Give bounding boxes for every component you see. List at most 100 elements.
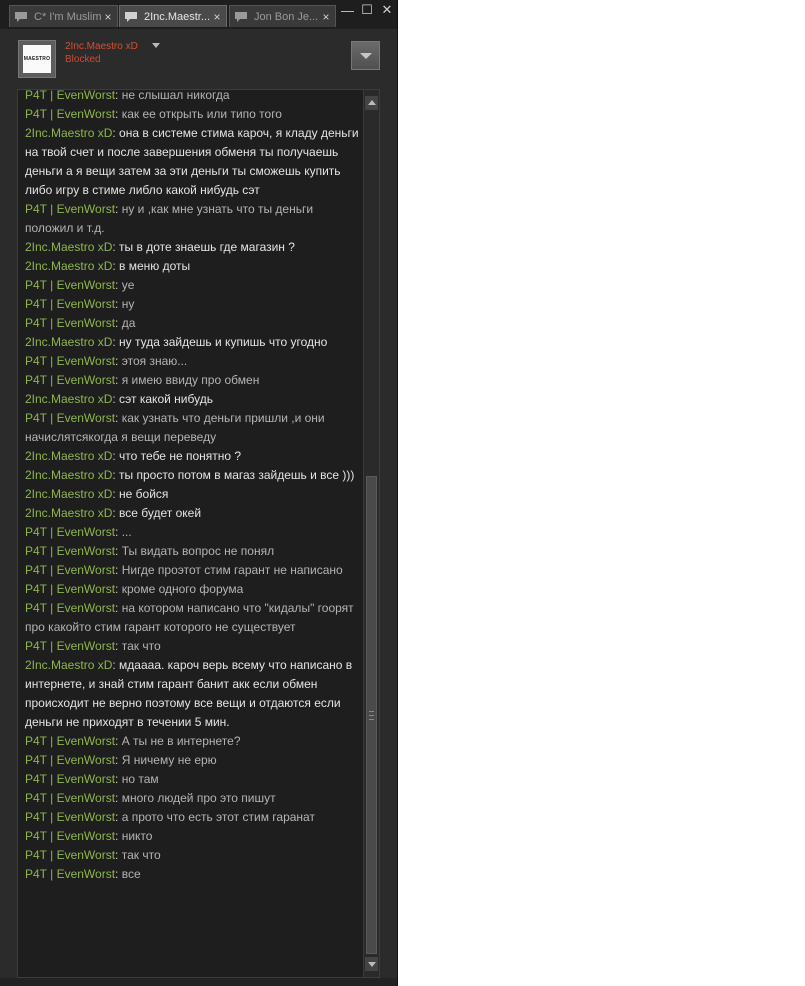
message-separator: : (115, 202, 122, 216)
message-sender[interactable]: 2Inc.Maestro xD (25, 449, 112, 463)
message-separator: : (115, 772, 122, 786)
message-text: кроме одного форума (121, 582, 244, 596)
message-sender[interactable]: 2Inc.Maestro xD (25, 468, 112, 482)
message-text: так что (121, 639, 161, 653)
tab-close-icon[interactable]: × (212, 10, 222, 24)
scroll-thumb[interactable] (366, 476, 377, 954)
message-sender[interactable]: P4T | EvenWorst (25, 354, 115, 368)
chat-message: 2Inc.Maestro xD: не бойся (25, 485, 363, 504)
message-separator: : (115, 525, 122, 539)
message-separator: : (115, 563, 122, 577)
message-sender[interactable]: 2Inc.Maestro xD (25, 259, 112, 273)
message-sender[interactable]: 2Inc.Maestro xD (25, 240, 112, 254)
message-sender[interactable]: P4T | EvenWorst (25, 848, 115, 862)
message-text: да (121, 316, 136, 330)
chat-message: 2Inc.Maestro xD: ну туда зайдешь и купиш… (25, 333, 363, 352)
message-sender[interactable]: P4T | EvenWorst (25, 316, 115, 330)
avatar-frame[interactable]: MAESTRO (18, 40, 56, 78)
message-sender[interactable]: P4T | EvenWorst (25, 639, 115, 653)
message-sender[interactable]: P4T | EvenWorst (25, 753, 115, 767)
message-text: ну туда зайдешь и купишь что угодно (119, 335, 328, 349)
message-sender[interactable]: P4T | EvenWorst (25, 772, 115, 786)
chat-menu-button[interactable] (351, 41, 380, 70)
message-separator: : (115, 297, 122, 311)
scroll-up-icon[interactable] (365, 96, 378, 110)
chat-log-frame: P4T | EvenWorst: не слышал никогда P4T | … (17, 89, 380, 978)
message-text: что тебе не понятно ? (119, 449, 242, 463)
message-sender[interactable]: P4T | EvenWorst (25, 411, 115, 425)
message-sender[interactable]: P4T | EvenWorst (25, 202, 115, 216)
chat-message: P4T | EvenWorst: Ты видать вопрос не пон… (25, 542, 363, 561)
message-sender[interactable]: P4T | EvenWorst (25, 601, 115, 615)
message-sender[interactable]: 2Inc.Maestro xD (25, 506, 112, 520)
chat-message: P4T | EvenWorst: ... (25, 523, 363, 542)
tab-close-icon[interactable]: × (103, 10, 113, 24)
message-text: а прото что есть этот стим гаранат (121, 810, 315, 824)
window-controls: — ☐ ✕ (341, 0, 393, 20)
message-text: ye (121, 278, 135, 292)
message-text: Ты видать вопрос не понял (121, 544, 275, 558)
message-text: но там (121, 772, 159, 786)
chat-log: P4T | EvenWorst: не слышал никогда P4T | … (18, 90, 363, 977)
message-separator: : (115, 582, 122, 596)
tab-bar: C* I'm Muslim × 2Inc.Maestr... × Jon Bon… (0, 0, 397, 29)
message-sender[interactable]: 2Inc.Maestro xD (25, 335, 112, 349)
message-sender[interactable]: 2Inc.Maestro xD (25, 392, 112, 406)
message-sender[interactable]: P4T | EvenWorst (25, 90, 115, 102)
chat-message: 2Inc.Maestro xD: что тебе не понятно ? (25, 447, 363, 466)
chat-message: P4T | EvenWorst: кроме одного форума (25, 580, 363, 599)
message-separator: : (115, 734, 122, 748)
grip-icon (369, 711, 374, 720)
chat-message: 2Inc.Maestro xD: сэт какой нибудь (25, 390, 363, 409)
message-sender[interactable]: 2Inc.Maestro xD (25, 658, 112, 672)
message-separator: : (115, 601, 122, 615)
tab-close-icon[interactable]: × (321, 10, 331, 24)
message-sender[interactable]: P4T | EvenWorst (25, 107, 115, 121)
message-text: ты просто потом в магаз зайдешь и все ))… (119, 468, 355, 482)
chat-message: P4T | EvenWorst: Нигде проэтот стим гара… (25, 561, 363, 580)
chat-message: P4T | EvenWorst: как узнать что деньги п… (25, 409, 363, 447)
chat-bubble-icon (125, 11, 137, 22)
message-sender[interactable]: 2Inc.Maestro xD (25, 487, 112, 501)
chevron-down-icon[interactable] (152, 43, 160, 48)
message-sender[interactable]: P4T | EvenWorst (25, 297, 115, 311)
message-text: так что (121, 848, 161, 862)
chat-scrollbar[interactable] (363, 90, 379, 977)
message-text: все (121, 867, 141, 881)
message-sender[interactable]: P4T | EvenWorst (25, 734, 115, 748)
tab-chat-2[interactable]: Jon Bon Je... × (229, 5, 336, 27)
message-sender[interactable]: P4T | EvenWorst (25, 278, 115, 292)
chat-message: P4T | EvenWorst: все (25, 865, 363, 884)
friend-status: Blocked (65, 54, 101, 65)
message-separator: : (115, 544, 122, 558)
friend-name[interactable]: 2Inc.Maestro xD (65, 41, 138, 52)
message-separator: : (115, 848, 122, 862)
chat-message: 2Inc.Maestro xD: ты просто потом в магаз… (25, 466, 363, 485)
scroll-down-icon[interactable] (365, 957, 378, 971)
chat-message: 2Inc.Maestro xD: она в системе стима кар… (25, 124, 363, 200)
message-separator: : (115, 867, 122, 881)
message-sender[interactable]: 2Inc.Maestro xD (25, 126, 112, 140)
chat-message: P4T | EvenWorst: а прото что есть этот с… (25, 808, 363, 827)
message-sender[interactable]: P4T | EvenWorst (25, 525, 115, 539)
message-sender[interactable]: P4T | EvenWorst (25, 373, 115, 387)
message-sender[interactable]: P4T | EvenWorst (25, 829, 115, 843)
avatar-logo-text: MAESTRO (23, 56, 51, 62)
message-text: Я ничему не ерю (121, 753, 217, 767)
message-sender[interactable]: P4T | EvenWorst (25, 582, 115, 596)
message-sender[interactable]: P4T | EvenWorst (25, 544, 115, 558)
chat-message: P4T | EvenWorst: ну и ,как мне узнать чт… (25, 200, 363, 238)
tab-chat-0[interactable]: C* I'm Muslim × (9, 5, 118, 27)
message-sender[interactable]: P4T | EvenWorst (25, 867, 115, 881)
close-icon[interactable]: ✕ (381, 2, 393, 18)
chat-window: C* I'm Muslim × 2Inc.Maestr... × Jon Bon… (0, 0, 398, 986)
avatar: MAESTRO (23, 45, 51, 73)
message-text: никто (121, 829, 153, 843)
chat-message: 2Inc.Maestro xD: в меню доты (25, 257, 363, 276)
minimize-icon[interactable]: — (341, 3, 354, 18)
message-sender[interactable]: P4T | EvenWorst (25, 810, 115, 824)
tab-chat-1[interactable]: 2Inc.Maestr... × (119, 5, 227, 27)
message-sender[interactable]: P4T | EvenWorst (25, 563, 115, 577)
message-sender[interactable]: P4T | EvenWorst (25, 791, 115, 805)
maximize-icon[interactable]: ☐ (361, 2, 373, 18)
